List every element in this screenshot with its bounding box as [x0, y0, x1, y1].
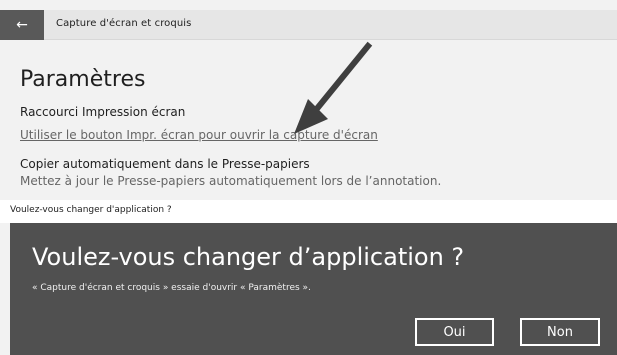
app-title-bar: ← Capture d'écran et croquis: [0, 10, 617, 40]
annotation-arrow-icon: [294, 41, 373, 134]
app-switch-prompt-text: Voulez-vous changer d'application ?: [10, 205, 172, 215]
dialog-title: Voulez-vous changer d’application ?: [32, 243, 465, 271]
window-title: Capture d'écran et croquis: [56, 18, 192, 29]
back-arrow-icon: ←: [16, 17, 28, 33]
yes-button[interactable]: Oui: [415, 318, 494, 346]
annotation-arrow-shaft: [306, 41, 373, 121]
app-switch-dialog: Voulez-vous changer d’application ? « Ca…: [10, 223, 617, 355]
dialog-message: « Capture d'écran et croquis » essaie d'…: [32, 283, 311, 293]
back-button[interactable]: ←: [0, 10, 44, 40]
copy-to-clipboard-title: Copier automatiquement dans le Presse-pa…: [20, 157, 310, 172]
screenshot: ← Capture d'écran et croquis Paramètres …: [0, 0, 617, 355]
app-switch-prompt-bar: Voulez-vous changer d'application ?: [0, 200, 617, 223]
copy-to-clipboard-description: Mettez à jour le Presse-papiers automati…: [20, 174, 442, 189]
no-button[interactable]: Non: [520, 318, 600, 346]
